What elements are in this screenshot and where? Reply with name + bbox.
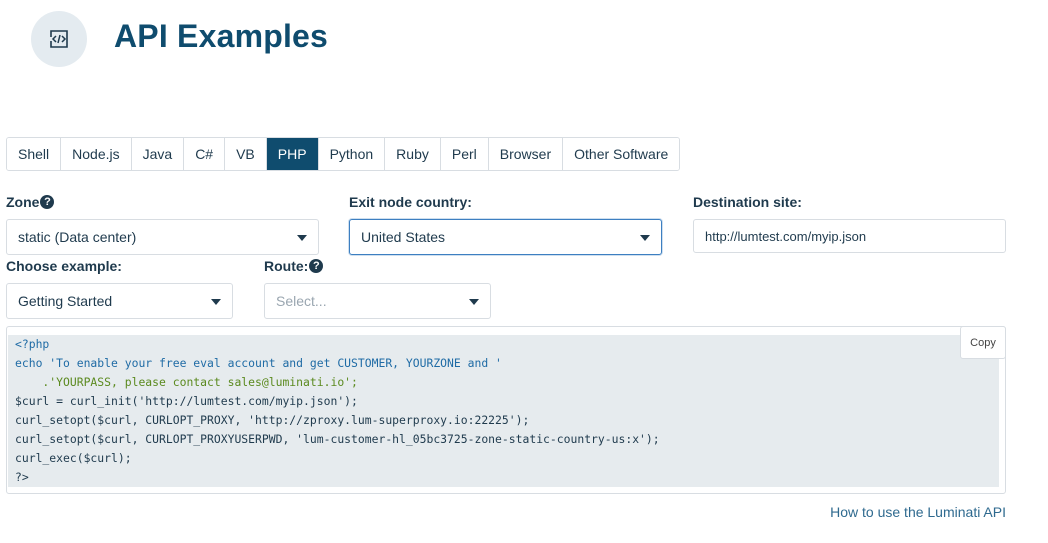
destination-label: Destination site: [693,194,802,210]
tab-shell[interactable]: Shell [7,138,62,170]
tab-perl[interactable]: Perl [440,138,489,170]
route-help-icon[interactable]: ? [309,259,324,273]
code-block[interactable]: <?php echo 'To enable your free eval acco… [8,335,999,487]
zone-label: Zone ? [6,194,55,210]
chevron-down-icon [211,299,221,305]
code-line: ?> [15,470,29,484]
destination-input-value: http://lumtest.com/myip.json [705,228,867,244]
page-title: API Examples [114,18,329,54]
route-label-text: Route: [264,258,309,274]
api-help-link[interactable]: How to use the Luminati API [830,504,1006,520]
example-label: Choose example: [6,258,122,274]
header-icon-badge [31,11,87,67]
tab-browser[interactable]: Browser [488,138,564,170]
tab-nodejs[interactable]: Node.js [61,138,132,170]
country-select[interactable]: United States [349,219,662,255]
tab-other-software[interactable]: Other Software [563,138,680,170]
code-line: echo 'To enable your free eval account a… [15,356,502,370]
language-tabs: Shell Node.js Java C# VB PHP Python Ruby… [6,137,681,171]
copy-button[interactable]: Copy [960,326,1006,359]
tab-python[interactable]: Python [318,138,386,170]
code-line: curl_setopt($curl, CURLOPT_PROXY, 'http:… [15,413,530,427]
example-select-value: Getting Started [18,293,113,309]
zone-select-value: static (Data center) [18,229,137,245]
chevron-down-icon [469,299,479,305]
tab-java[interactable]: Java [131,138,185,170]
code-line: curl_setopt($curl, CURLOPT_PROXYUSERPWD,… [15,432,660,446]
code-line: .'YOURPASS, please contact sales@luminat… [15,375,358,389]
zone-help-icon[interactable]: ? [40,195,55,209]
chevron-down-icon [640,235,650,241]
route-label: Route: ? [264,258,324,274]
chevron-down-icon [297,235,307,241]
route-select[interactable]: Select... [264,283,491,319]
tab-php[interactable]: PHP [266,138,319,170]
tab-csharp[interactable]: C# [184,138,226,170]
country-label: Exit node country: [349,194,472,210]
tab-ruby[interactable]: Ruby [385,138,441,170]
code-line: curl_exec($curl); [15,451,132,465]
zone-label-text: Zone [6,194,40,210]
country-select-value: United States [361,229,446,245]
code-tag-icon [50,30,68,48]
zone-select[interactable]: static (Data center) [6,219,319,255]
route-select-placeholder: Select... [276,293,327,309]
tab-vb[interactable]: VB [225,138,267,170]
code-line: <?php [15,337,50,351]
destination-input[interactable]: http://lumtest.com/myip.json [693,219,1006,253]
code-line: $curl = curl_init('http://lumtest.com/my… [15,394,358,408]
code-panel: <?php echo 'To enable your free eval acco… [6,326,1006,494]
example-select[interactable]: Getting Started [6,283,233,319]
